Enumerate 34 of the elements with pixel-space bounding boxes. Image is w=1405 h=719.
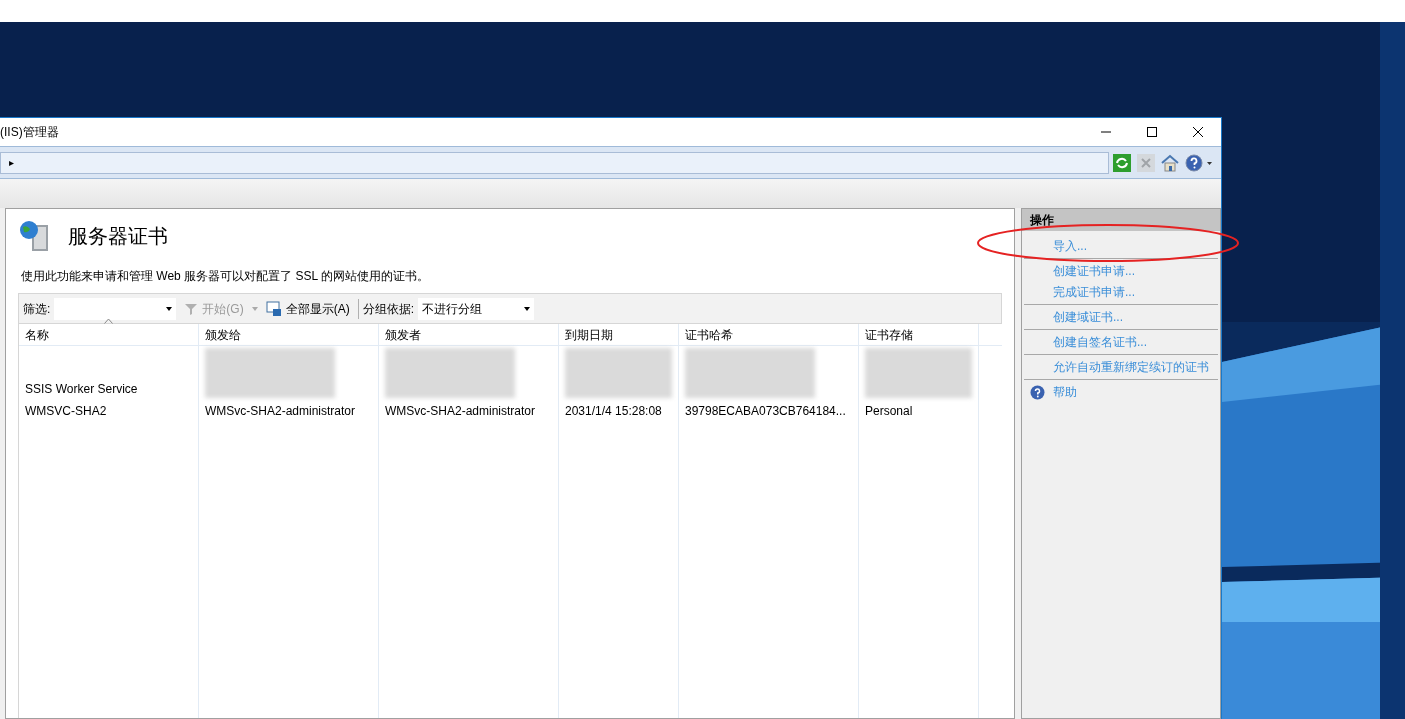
help-icon — [1030, 384, 1045, 400]
table-cell-text: WMSvc-SHA2-administrator — [385, 402, 536, 420]
description: 使用此功能来申请和管理 Web 服务器可以对配置了 SSL 的网站使用的证书。 — [20, 268, 431, 285]
caret-icon[interactable] — [251, 306, 258, 311]
filter-icon — [184, 301, 199, 316]
window-title: (IIS)管理器 — [0, 124, 59, 141]
column-header[interactable]: 证书存储 — [865, 325, 913, 344]
table-cell-text: SSIS Worker Service — [25, 381, 138, 398]
table-cell-text: 39798ECABA073CB764184... — [685, 402, 846, 420]
column-header[interactable]: 名称 — [25, 325, 49, 344]
show-all-button[interactable]: 全部显示(A) — [261, 299, 354, 318]
help-icon[interactable] — [1185, 153, 1213, 172]
column-header[interactable]: 颁发者 — [385, 325, 421, 344]
filter-label: 筛选: — [23, 300, 51, 318]
table-cell-text: WMSvc-SHA2-administrator — [205, 402, 356, 420]
column-header[interactable]: 证书哈希 — [685, 325, 733, 344]
table-cell-text: 2031/1/4 15:28:08 — [565, 402, 662, 420]
caret-icon — [524, 306, 530, 311]
caret-icon — [166, 306, 173, 311]
table-cell-text: Personal — [865, 402, 913, 420]
breadcrumb-arrow[interactable]: ▸ — [1, 155, 14, 170]
home-icon[interactable] — [1161, 153, 1179, 172]
group-dropdown[interactable]: 不进行分组 — [418, 297, 534, 320]
window-list-icon — [265, 300, 282, 317]
panel-title: 操作 — [1030, 212, 1054, 229]
group-label: 分组依据: — [362, 300, 414, 318]
close-icon[interactable] — [1192, 126, 1204, 138]
address-bar[interactable]: ▸ — [0, 151, 1109, 174]
maximize-icon[interactable] — [1146, 126, 1158, 138]
table-cell-text: WMSVC-SHA2 — [25, 402, 107, 420]
column-header[interactable]: 到期日期 — [565, 325, 613, 344]
column-header[interactable]: 颁发给 — [205, 325, 241, 344]
refresh-icon[interactable] — [1113, 153, 1131, 172]
page-title: 服务器证书 — [68, 224, 168, 249]
